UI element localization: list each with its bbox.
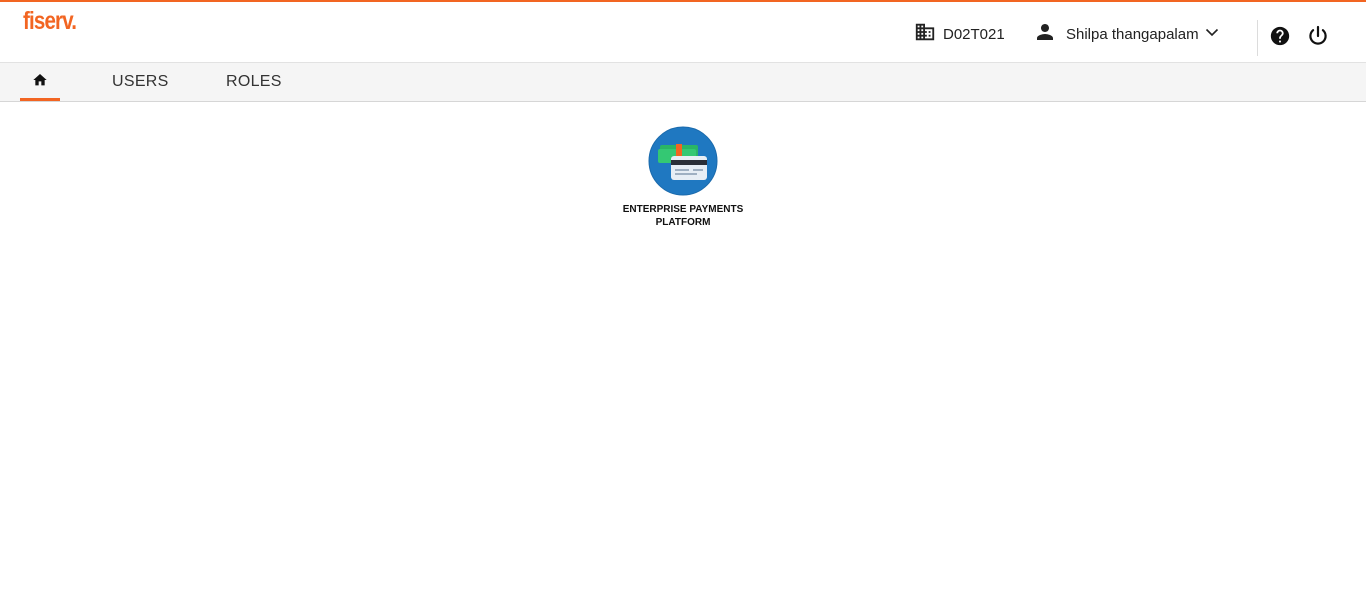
- help-icon[interactable]: [1269, 25, 1291, 47]
- main-nav: USERS ROLES: [0, 63, 1366, 102]
- user-name: Shilpa thangapalam: [1066, 25, 1199, 43]
- header-divider: [1257, 20, 1258, 56]
- tab-roles[interactable]: ROLES: [226, 63, 282, 101]
- organization-code: D02T021: [943, 25, 1005, 43]
- tab-home[interactable]: [20, 63, 60, 101]
- payments-card-icon: [648, 126, 718, 196]
- fiserv-logo[interactable]: fiserv.: [23, 7, 77, 36]
- active-tab-indicator: [20, 98, 60, 101]
- enterprise-payments-platform-tile[interactable]: ENTERPRISE PAYMENTS PLATFORM: [614, 126, 752, 229]
- user-menu[interactable]: Shilpa thangapalam: [1033, 22, 1220, 46]
- tab-users[interactable]: USERS: [112, 63, 169, 101]
- tile-label: ENTERPRISE PAYMENTS PLATFORM: [622, 204, 744, 228]
- app-header: fiserv. D02T021 Shilpa thangapalam: [0, 2, 1366, 63]
- building-icon: [914, 21, 936, 48]
- home-icon: [32, 72, 48, 93]
- person-icon: [1033, 20, 1057, 49]
- power-icon[interactable]: [1306, 24, 1330, 48]
- chevron-down-icon[interactable]: [1204, 24, 1220, 45]
- organization-selector[interactable]: D02T021: [914, 22, 1005, 46]
